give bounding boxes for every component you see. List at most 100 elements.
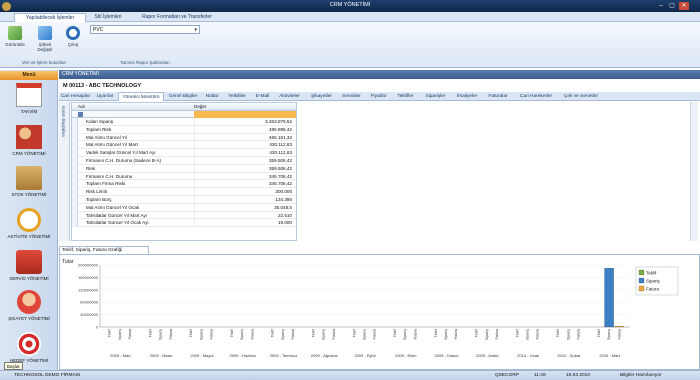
tab-yetkililer[interactable]: Yetkililer (223, 92, 251, 101)
exit-icon (66, 26, 80, 40)
x-tick-label: Fatura (250, 329, 254, 339)
tab-stil-islemleri[interactable]: Stil İşlemleri (88, 13, 128, 22)
app-orb-icon[interactable] (2, 2, 11, 11)
table-row[interactable]: Toplam Firma Riski 345.706,42 (72, 180, 296, 189)
table-row[interactable]: Tahsilatlar Güncel Yıl Ocak Ayı 19.000 (72, 219, 296, 228)
x-tick-label: Teklif (434, 329, 438, 337)
tab-email[interactable]: E-Mail (252, 92, 273, 101)
column-headers-label: Kolon Başlıkları (61, 106, 66, 138)
switch-icon (38, 26, 52, 40)
tab-faturalar[interactable]: Faturalar (483, 92, 513, 101)
legend-label: Fatura (646, 287, 660, 292)
close-button[interactable]: ✕ (679, 2, 689, 10)
chart-svg: Tutar 200000000 160000000 120000000 80000000… (62, 259, 679, 358)
tab-uyarilar[interactable]: Uyarılar (93, 92, 117, 101)
x-tick-label: Fatura (332, 329, 336, 339)
x-tick-label: Teklif (311, 329, 315, 337)
exit-button[interactable]: Çıkış (62, 26, 84, 47)
tab-notlar[interactable]: Notlar (202, 92, 222, 101)
x-tick-label: Sipariş (607, 329, 611, 340)
ribbon-tabs: Yapılabilecek İşlemler Stil İşlemleri Ra… (0, 12, 700, 22)
tab-siparisler[interactable]: Siparişler (420, 92, 451, 101)
tab-yonetici-monitoru[interactable]: Yönetici Monitörü (118, 92, 164, 101)
sidebar-item-servis[interactable]: SERVİS YÖNETİMİ (4, 250, 54, 281)
x-tick-label: Sipariş (362, 329, 366, 340)
group-label: 2010 - Şubat (557, 353, 581, 358)
table-row[interactable]: Mal Alımı Güncel Yıl Ocak 35.048,5 (72, 203, 296, 212)
group-label: 2009 - Nisan (150, 353, 173, 358)
table-row[interactable]: Vadeli Satışlar Güncel Yıl Mart Ayı 430.1… (72, 149, 296, 157)
bar (614, 325, 624, 328)
vertical-scrollbar[interactable] (690, 102, 698, 241)
x-tick-label: Sipariş (240, 329, 244, 340)
detail-tabs: Cari Hesaplar Uyarılar Yönetici Monitörü… (59, 92, 700, 101)
maximize-button[interactable]: ▢ (667, 2, 677, 10)
x-tick-label: Fatura (536, 329, 540, 339)
switch-company-button[interactable]: Şirketi Değiştir (34, 26, 56, 52)
table-row[interactable]: Risk 359.506,42 (72, 164, 296, 173)
tab-cek-senetler[interactable]: Çek ve Senetler (559, 92, 603, 101)
table-row[interactable]: Kalan Sipariş 3.263.879,52 (72, 118, 296, 126)
legend-swatch (638, 277, 645, 284)
table-row[interactable]: Mal Alımı Güncel Yıl Mart 430.112,83 (72, 141, 296, 150)
table-row[interactable]: Risk Limiti 300.000 (72, 188, 296, 196)
report-template-combo[interactable]: PVC ▾ (90, 25, 200, 34)
y-tick-label: 40000000 (80, 312, 99, 317)
x-tick-label: Teklif (189, 329, 193, 337)
sidebar-item-crm[interactable]: CRM YÖNETİMİ (4, 125, 54, 156)
table-row[interactable]: Firmanın C.H. Durumu (Sadece B-A) 359.506… (72, 156, 296, 165)
view-button[interactable]: Görüntüle (4, 26, 26, 47)
x-tick-label: Fatura (576, 329, 580, 339)
x-tick-label: Sipariş (322, 329, 326, 340)
x-tick-label: Fatura (617, 329, 621, 339)
x-tick-label: Fatura (413, 329, 417, 339)
status-company: TECHNOSOL DEMO FİRMASI (14, 373, 81, 378)
sidebar-item-hedef[interactable]: HEDEF YÖNETİMİ (4, 332, 54, 363)
tab-sikayetler[interactable]: Şikayetler (306, 92, 337, 101)
calendar-icon (16, 83, 42, 107)
x-tick-label: Sipariş (159, 329, 163, 340)
table-row[interactable]: Toplam Borç 134.390 (72, 195, 296, 204)
tab-genel-bilgiler[interactable]: Genel Bilgiler (165, 92, 201, 101)
legend-label: Teklif (646, 271, 657, 276)
combo-value: PVC (93, 27, 104, 33)
status-date: 16.03.2010 (566, 373, 591, 378)
tab-irsaliyeler[interactable]: İrsaliyeler (452, 92, 482, 101)
title-bar: CRM YÖNETİMİ – ▢ ✕ (0, 0, 700, 12)
tab-cari-hareketler[interactable]: Cari Hareketler (514, 92, 558, 101)
column-value-header[interactable]: Değer (194, 104, 207, 109)
group-label: 2009 - Haziran (230, 353, 256, 358)
selected-filter-cell[interactable] (194, 111, 296, 118)
table-row[interactable]: Mal Alımı Güncel Yıl 465.161,33 (72, 133, 296, 142)
sidebar-item-stok[interactable]: STOK YÖNETİMİ (4, 166, 54, 197)
sidebar-item-sikayet[interactable]: ŞİKAYET YÖNETİMİ (4, 290, 54, 321)
tab-yapilabilecek-islemler[interactable]: Yapılabilecek İşlemler (14, 13, 86, 22)
tab-aktiviteler[interactable]: Aktiviteler (274, 92, 305, 101)
bar (604, 268, 614, 328)
table-row[interactable]: Firmanın C.H. Durumu 345.706,42 (72, 172, 296, 181)
column-name-header[interactable]: Adı (78, 104, 85, 109)
x-tick-label: Teklif (556, 329, 560, 337)
tab-servisler[interactable]: Servisler (338, 92, 365, 101)
table-row[interactable]: Tahsilatlar Güncel Yıl Mart Ayı 22.510 (72, 211, 296, 220)
sidebar-item-aktivite[interactable]: AKTİVİTE YÖNETİMİ (4, 208, 54, 239)
filter-icon[interactable] (78, 112, 83, 117)
tab-cari-hesaplar[interactable]: Cari Hesaplar (59, 92, 92, 101)
column-headers-strip[interactable]: Kolon Başlıkları (59, 102, 70, 241)
chevron-down-icon[interactable]: ▾ (194, 26, 197, 34)
person-icon (17, 290, 41, 314)
tab-chart[interactable]: Teklif, Sipariş, Fatura Grafiği (59, 246, 149, 254)
tab-teklifler[interactable]: Teklifler (392, 92, 419, 101)
tab-fiyatlar[interactable]: Fiyatlar (366, 92, 391, 101)
x-tick-label: Fatura (128, 329, 132, 339)
sidebar-item-takvim[interactable]: TAKVİM (4, 83, 54, 114)
grid-filter-row[interactable] (72, 111, 296, 118)
status-message: Bilgiler Hazırlanıyor (620, 373, 662, 378)
status-bar: TECHNOSOL DEMO FİRMASI QSECORP 11:49 16.… (0, 370, 700, 380)
tab-rapor-formatlari[interactable]: Rapor Formatları ve Transferler (132, 13, 222, 22)
minimize-button[interactable]: – (656, 2, 666, 10)
x-tick-label: Teklif (230, 329, 234, 337)
group-label: 2009 - Kasım (435, 353, 459, 358)
table-row[interactable]: Toplam Risk 485.896,42 (72, 125, 296, 134)
window-title: CRM YÖNETİMİ (329, 2, 371, 8)
